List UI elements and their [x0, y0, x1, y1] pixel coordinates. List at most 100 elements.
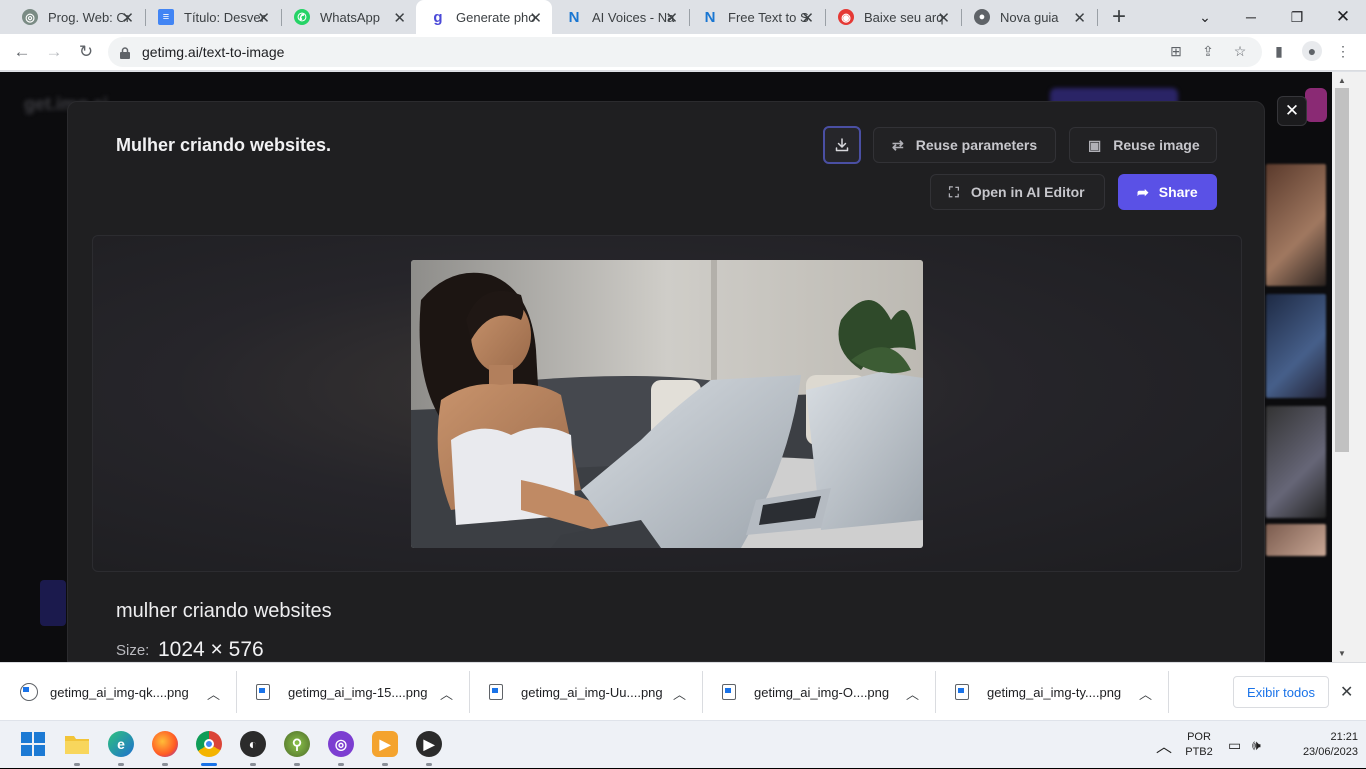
- chevron-up-icon[interactable]: ︿: [207, 684, 220, 703]
- running-indicator: [338, 763, 344, 766]
- close-icon[interactable]: ✕: [393, 9, 406, 27]
- profile-avatar-icon[interactable]: ●: [1302, 41, 1322, 61]
- close-icon[interactable]: ✕: [801, 9, 814, 27]
- separator: [935, 671, 936, 713]
- page-scrollbar[interactable]: ▲ ▼: [1332, 72, 1366, 662]
- close-icon: ✕: [1284, 101, 1300, 120]
- close-modal-button[interactable]: ✕: [1277, 96, 1307, 126]
- address-bar[interactable]: getimg.ai/text-to-image: [108, 37, 1262, 67]
- chevron-up-icon[interactable]: ︿: [673, 684, 686, 703]
- close-icon[interactable]: ✕: [257, 9, 270, 27]
- edge-icon[interactable]: e: [108, 731, 134, 757]
- side-panel-icon[interactable]: ▮: [1270, 42, 1288, 60]
- download-filename: getimg_ai_img-15....png: [288, 684, 428, 700]
- tab-getimg[interactable]: g Generate pho ✕: [416, 0, 552, 34]
- media-icon[interactable]: ▶: [372, 731, 398, 757]
- show-hidden-icons-chevron-icon[interactable]: ︿: [1156, 721, 1172, 769]
- player-icon[interactable]: ▶: [416, 731, 442, 757]
- tab-whatsapp[interactable]: ✆ WhatsApp ✕: [280, 0, 416, 34]
- naturalreaders-icon: N: [568, 8, 580, 26]
- close-icon[interactable]: ✕: [937, 9, 950, 27]
- image-icon: ▣: [1088, 136, 1102, 153]
- new-tab-button[interactable]: +: [1108, 4, 1130, 30]
- download-item[interactable]: getimg_ai_img-Uu....png ︿: [489, 663, 686, 721]
- tab-free-tts[interactable]: N Free Text to S ✕: [688, 0, 824, 34]
- whatsapp-icon: ✆: [294, 9, 310, 25]
- bookmark-star-icon[interactable]: ☆: [1231, 42, 1249, 60]
- share-page-icon[interactable]: ⇪: [1199, 42, 1217, 60]
- download-item[interactable]: getimg_ai_img-O....png ︿: [722, 663, 919, 721]
- lock-icon: [120, 46, 130, 59]
- file-explorer-icon[interactable]: [64, 731, 90, 757]
- app-icon[interactable]: ◎: [328, 731, 354, 757]
- open-ai-editor-label: Open in AI Editor: [970, 184, 1085, 200]
- separator: [1168, 671, 1169, 713]
- downloads-bar: getimg_ai_img-qk....png ︿ getimg_ai_img-…: [0, 662, 1366, 720]
- separator: [702, 671, 703, 713]
- show-all-downloads-button[interactable]: Exibir todos: [1233, 676, 1329, 708]
- tab-title: AI Voices - Na: [592, 9, 675, 25]
- tab-docs[interactable]: ≡ Título: Desver ✕: [144, 0, 280, 34]
- reuse-parameters-button[interactable]: ⇄ Reuse parameters: [873, 127, 1056, 163]
- reuse-image-button[interactable]: ▣ Reuse image: [1069, 127, 1217, 163]
- scrollbar-thumb[interactable]: [1335, 88, 1349, 452]
- clock-date: 23/06/2023: [1302, 746, 1358, 758]
- back-button[interactable]: ←: [10, 40, 34, 64]
- close-icon[interactable]: ✕: [529, 9, 542, 27]
- restore-button[interactable]: ❐: [1274, 0, 1320, 34]
- download-item[interactable]: getimg_ai_img-15....png ︿: [256, 663, 453, 721]
- generated-image[interactable]: [411, 260, 923, 548]
- close-icon[interactable]: ✕: [1073, 9, 1086, 27]
- download-item[interactable]: getimg_ai_img-qk....png ︿: [20, 663, 220, 721]
- translate-icon[interactable]: ⊞: [1167, 42, 1185, 60]
- reload-button[interactable]: ↻: [74, 40, 98, 64]
- url-text: getimg.ai/text-to-image: [142, 44, 285, 60]
- download-item[interactable]: getimg_ai_img-ty....png ︿: [955, 663, 1152, 721]
- volume-icon[interactable]: 🕪: [1252, 721, 1261, 769]
- language-code: POR: [1187, 731, 1211, 743]
- forward-button[interactable]: →: [42, 40, 66, 64]
- tab-title: Título: Desver: [184, 9, 265, 25]
- close-downloads-icon[interactable]: ✕: [1340, 682, 1353, 702]
- language-indicator[interactable]: POR PTB2: [1180, 730, 1218, 760]
- tab-new[interactable]: ● Nova guia ✕: [960, 0, 1096, 34]
- close-window-button[interactable]: ✕: [1320, 0, 1366, 34]
- close-icon[interactable]: ✕: [665, 9, 678, 27]
- network-icon[interactable]: ▭: [1228, 721, 1241, 769]
- tab-title: Baixe seu arq: [864, 9, 944, 25]
- background-thumbnail: [1266, 294, 1326, 398]
- chevron-up-icon[interactable]: ︿: [1139, 684, 1152, 703]
- menu-kebab-icon[interactable]: ⋮: [1334, 42, 1352, 60]
- download-icon: [835, 138, 849, 152]
- separator: [469, 671, 470, 713]
- firefox-icon[interactable]: [152, 731, 178, 757]
- scroll-up-arrow-icon[interactable]: ▲: [1336, 75, 1348, 87]
- tor-icon[interactable]: ⚲: [284, 731, 310, 757]
- keyboard-layout: PTB2: [1185, 746, 1213, 758]
- tab-pdf[interactable]: ◉ Baixe seu arq ✕: [824, 0, 960, 34]
- download-button[interactable]: [823, 126, 861, 164]
- open-ai-editor-button[interactable]: ⛶ Open in AI Editor: [930, 174, 1105, 210]
- naturalreaders-icon: N: [704, 8, 716, 26]
- minimize-button[interactable]: ─: [1228, 0, 1274, 34]
- tab-search-button[interactable]: ⌄: [1182, 0, 1228, 34]
- chrome-icon[interactable]: [196, 731, 222, 757]
- chevron-up-icon[interactable]: ︿: [440, 684, 453, 703]
- clock[interactable]: 21:21 23/06/2023: [1278, 730, 1358, 760]
- tab-chatgpt[interactable]: ◎ Prog. Web: Cr ✕: [8, 0, 144, 34]
- windows-start-icon[interactable]: [20, 731, 46, 757]
- close-icon[interactable]: ✕: [121, 9, 134, 27]
- tab-ai-voices[interactable]: N AI Voices - Na ✕: [552, 0, 688, 34]
- running-indicator: [74, 763, 80, 766]
- chevron-up-icon[interactable]: ︿: [906, 684, 919, 703]
- share-button[interactable]: ➦ Share: [1118, 174, 1217, 210]
- background-side-button: [40, 580, 66, 626]
- browser-toolbar: ← → ↻ getimg.ai/text-to-image ⊞ ⇪ ☆ ▮ ● …: [0, 34, 1366, 71]
- tab-separator: [1097, 9, 1098, 26]
- scroll-down-arrow-icon[interactable]: ▼: [1336, 648, 1348, 660]
- file-icon: [256, 684, 270, 700]
- obs-icon[interactable]: ◐: [240, 731, 266, 757]
- size-value: 1024 × 576: [158, 638, 264, 661]
- running-indicator: [162, 763, 168, 766]
- file-icon: [722, 684, 736, 700]
